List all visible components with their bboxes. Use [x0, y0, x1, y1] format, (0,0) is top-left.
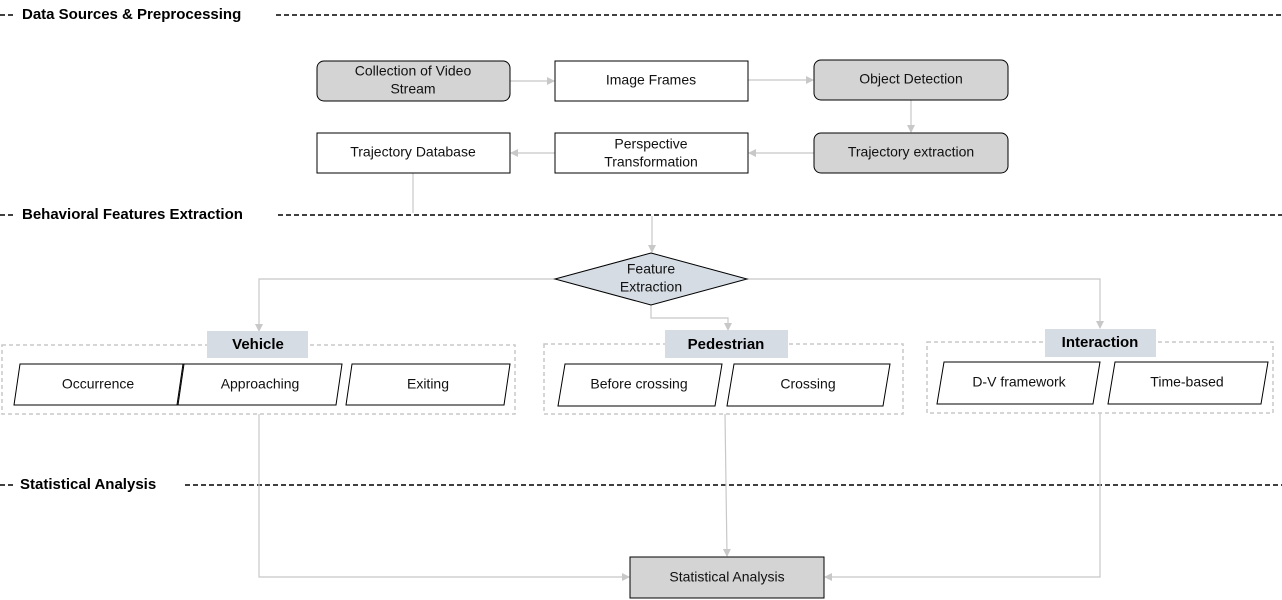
svg-text:Crossing: Crossing: [780, 376, 835, 392]
collection-video-stream-box: Collection of Video Stream: [316, 60, 511, 102]
svg-text:Trajectory extraction: Trajectory extraction: [848, 144, 974, 160]
vehicle-group: Vehicle Occurrence Approaching Exiting: [1, 331, 516, 415]
svg-text:Exiting: Exiting: [407, 376, 449, 392]
interaction-item-dv-framework: D-V framework: [936, 361, 1101, 405]
pedestrian-item-before-crossing: Before crossing: [557, 363, 723, 407]
section-header-behavioral-features: Behavioral Features Extraction: [0, 206, 1282, 223]
svg-text:Occurrence: Occurrence: [62, 376, 135, 392]
group-label: Interaction: [1062, 334, 1139, 351]
statistical-analysis-box: Statistical Analysis: [629, 556, 825, 599]
section-header-data-sources: Data Sources & Preprocessing: [0, 6, 1282, 23]
pedestrian-group: Pedestrian Before crossing Crossing: [543, 330, 904, 415]
svg-text:Collection of Video: Collection of Video: [355, 63, 472, 79]
svg-text:Feature: Feature: [627, 261, 675, 277]
svg-text:Extraction: Extraction: [620, 279, 682, 295]
pedestrian-item-crossing: Crossing: [726, 363, 891, 407]
svg-text:D-V framework: D-V framework: [972, 374, 1066, 390]
vehicle-item-exiting: Exiting: [345, 363, 511, 406]
svg-text:Stream: Stream: [390, 81, 435, 97]
svg-text:Trajectory Database: Trajectory Database: [350, 144, 476, 160]
section-title: Behavioral Features Extraction: [22, 206, 243, 223]
group-label: Pedestrian: [688, 336, 765, 353]
workflow-diagram: Data Sources & Preprocessing Behavioral …: [0, 6, 1282, 599]
svg-text:Image Frames: Image Frames: [606, 72, 696, 88]
vehicle-item-occurrence: Occurrence: [13, 363, 184, 406]
trajectory-extraction-box: Trajectory extraction: [813, 132, 1009, 174]
svg-text:Transformation: Transformation: [604, 154, 698, 170]
image-frames-box: Image Frames: [554, 60, 749, 102]
svg-text:Perspective: Perspective: [614, 136, 687, 152]
feature-extraction-diamond: Feature Extraction: [553, 252, 749, 306]
section-title: Statistical Analysis: [20, 476, 156, 493]
group-label: Vehicle: [232, 336, 284, 353]
section-header-statistical-analysis: Statistical Analysis: [0, 476, 1282, 493]
interaction-item-time-based: Time-based: [1107, 361, 1269, 405]
svg-text:Object Detection: Object Detection: [859, 71, 963, 87]
svg-text:Statistical Analysis: Statistical Analysis: [669, 569, 784, 585]
section-title: Data Sources & Preprocessing: [22, 6, 241, 23]
vehicle-item-approaching: Approaching: [177, 363, 343, 406]
svg-text:Time-based: Time-based: [1150, 374, 1223, 390]
trajectory-database-box: Trajectory Database: [316, 132, 511, 174]
object-detection-box: Object Detection: [813, 59, 1009, 101]
perspective-transformation-box: Perspective Transformation: [554, 132, 749, 174]
svg-text:Approaching: Approaching: [221, 376, 300, 392]
svg-text:Before crossing: Before crossing: [590, 376, 687, 392]
interaction-group: Interaction D-V framework Time-based: [926, 329, 1274, 414]
